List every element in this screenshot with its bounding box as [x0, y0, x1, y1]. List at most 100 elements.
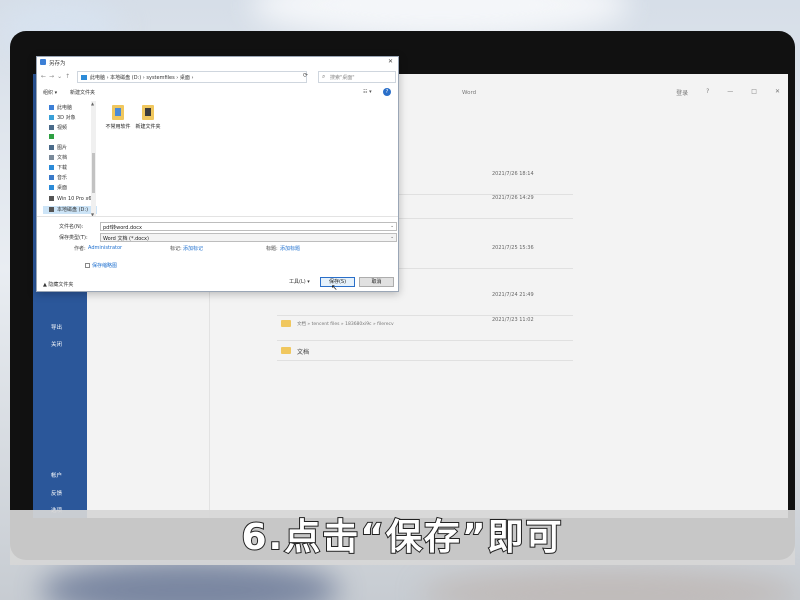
nav-close[interactable]: 关闭: [51, 340, 62, 348]
scroll-thumb[interactable]: [92, 153, 95, 193]
tree-item-label: 音乐: [57, 175, 68, 181]
tree-item-videos[interactable]: 视频: [49, 124, 67, 132]
filename-value: pdf转word.docx: [103, 225, 142, 231]
filename-label: 文件名(N):: [59, 224, 84, 230]
recent-row[interactable]: 2021/7/24 21:49: [277, 292, 573, 316]
tree-item-pictures[interactable]: 图片: [49, 144, 67, 152]
recent-date: 2021/7/23 11:02: [492, 317, 534, 323]
help-icon[interactable]: ?: [706, 88, 709, 97]
navigation-tree: 此电脑 3D 对象 视频 图片 文档 下载 音乐 桌面 Win 10 Pro x…: [43, 101, 98, 216]
picture-icon: [49, 145, 54, 150]
forward-icon[interactable]: →: [49, 73, 57, 80]
recent-row[interactable]: 文档: [277, 337, 573, 361]
tree-item-wechat[interactable]: [49, 134, 57, 142]
address-path: 此电脑 › 本地磁盘 (D:) › systemfiles › 桌面 ›: [90, 75, 194, 81]
tree-item-label: 3D 对象: [57, 115, 76, 121]
tree-item-label: 此电脑: [57, 105, 73, 111]
folder-item[interactable]: 新建文件夹: [133, 105, 163, 130]
chevron-down-icon[interactable]: ⌄: [57, 73, 65, 80]
chevron-down-icon[interactable]: ⌄: [390, 235, 394, 240]
drive-icon: [49, 207, 54, 212]
tree-item-desktop[interactable]: 桌面: [49, 184, 67, 192]
chat-icon: [49, 134, 54, 139]
savetype-select[interactable]: Word 文档 (*.docx) ⌄: [100, 233, 397, 242]
tags-label: 标记:: [170, 246, 182, 252]
filename-field[interactable]: pdf转word.docx ⌄: [100, 222, 397, 231]
author-value[interactable]: Administrator: [88, 245, 122, 251]
video-icon: [49, 125, 54, 130]
cancel-button[interactable]: 取消: [359, 277, 394, 287]
nav-feedback[interactable]: 反馈: [51, 489, 62, 497]
savetype-label: 保存类型(T):: [59, 235, 88, 241]
recent-path: 文档 » tencent files » 183680xi9c » filere…: [297, 322, 394, 327]
tree-scrollbar[interactable]: ▲ ▼: [91, 101, 96, 217]
recent-date: 2021/7/26 18:14: [492, 171, 534, 177]
chevron-down-icon[interactable]: ⌄: [390, 224, 394, 229]
app-title: Word: [462, 90, 477, 96]
download-icon: [49, 165, 54, 170]
mouse-cursor-icon: ↖: [331, 283, 338, 292]
sign-in-link[interactable]: 登录: [676, 88, 688, 97]
cube-icon: [49, 115, 54, 120]
tree-item-3d-objects[interactable]: 3D 对象: [49, 114, 76, 122]
divider: [37, 216, 398, 217]
view-options-button[interactable]: ☷ ▾: [363, 89, 372, 95]
address-row: ←→⌄↑ 此电脑 › 本地磁盘 (D:) › systemfiles › 桌面 …: [37, 71, 398, 84]
up-icon[interactable]: ↑: [65, 73, 73, 80]
tree-item-label: 桌面: [57, 185, 68, 191]
scroll-up-icon[interactable]: ▲: [91, 101, 94, 106]
add-tags-link[interactable]: 添加标记: [183, 245, 203, 252]
save-as-dialog: 另存为 ✕ ←→⌄↑ 此电脑 › 本地磁盘 (D:) › systemfiles…: [36, 56, 399, 292]
nav-account[interactable]: 帐户: [51, 471, 62, 479]
tutorial-caption: 6.点击“保存”即可: [240, 516, 564, 559]
maximize-icon[interactable]: □: [751, 88, 757, 97]
address-bar[interactable]: 此电脑 › 本地磁盘 (D:) › systemfiles › 桌面 ›: [77, 71, 307, 83]
help-icon[interactable]: ?: [383, 88, 391, 96]
new-folder-button[interactable]: 新建文件夹: [70, 89, 95, 96]
tree-item-drive-c[interactable]: Win 10 Pro x64: [49, 196, 95, 204]
word-icon: [40, 59, 46, 65]
recent-date: 2021/7/25 15:36: [492, 245, 534, 251]
add-title-link[interactable]: 添加标题: [280, 245, 300, 252]
close-icon[interactable]: ✕: [388, 58, 393, 65]
folder-item[interactable]: 不常用软件: [103, 105, 133, 130]
background-blur: [420, 568, 800, 600]
tree-item-music[interactable]: 音乐: [49, 174, 67, 182]
folder-icon: [281, 347, 291, 354]
tools-button[interactable]: 工具(L) ▾: [289, 278, 310, 285]
background-blur: [40, 560, 340, 600]
hide-folders-button[interactable]: ▲ 隐藏文件夹: [43, 281, 73, 288]
organize-button[interactable]: 组织 ▾: [43, 89, 57, 96]
folder-name: 新建文件夹: [135, 124, 161, 130]
tree-item-documents[interactable]: 文档: [49, 154, 67, 162]
desktop-icon: [49, 185, 54, 190]
drive-icon: [49, 196, 54, 201]
folder-name: 不常用软件: [105, 124, 131, 130]
document-icon: [49, 155, 54, 160]
recent-date: 2021/7/24 21:49: [492, 292, 534, 298]
document-overlay: [145, 108, 151, 116]
dialog-titlebar: 另存为 ✕: [37, 57, 398, 68]
thumbnail-checkbox[interactable]: [85, 263, 90, 268]
back-icon[interactable]: ←: [41, 73, 49, 80]
music-icon: [49, 175, 54, 180]
tree-item-downloads[interactable]: 下载: [49, 164, 67, 172]
tree-item-label: 下载: [57, 165, 68, 171]
refresh-icon[interactable]: ⟳: [303, 72, 308, 79]
search-input[interactable]: ⌕ 搜索"桌面": [318, 71, 396, 83]
tree-item-label: 视频: [57, 125, 68, 131]
close-icon[interactable]: ✕: [775, 88, 780, 97]
tree-item-this-pc[interactable]: 此电脑: [49, 104, 72, 112]
nav-export[interactable]: 导出: [51, 323, 62, 331]
tree-item-label: Win 10 Pro x64: [57, 196, 95, 202]
dialog-title: 另存为: [49, 61, 66, 67]
search-placeholder: 搜索"桌面": [330, 75, 355, 81]
search-icon: ⌕: [322, 73, 326, 80]
minimize-icon[interactable]: —: [727, 88, 733, 97]
thumbnail-label[interactable]: 保存缩略图: [92, 262, 117, 269]
tree-item-drive-d[interactable]: 本地磁盘 (D:): [43, 206, 97, 214]
folder-icon: [281, 320, 291, 327]
title-label: 标题:: [266, 246, 278, 252]
tree-item-label: 图片: [57, 145, 68, 151]
author-label: 作者:: [74, 246, 86, 252]
